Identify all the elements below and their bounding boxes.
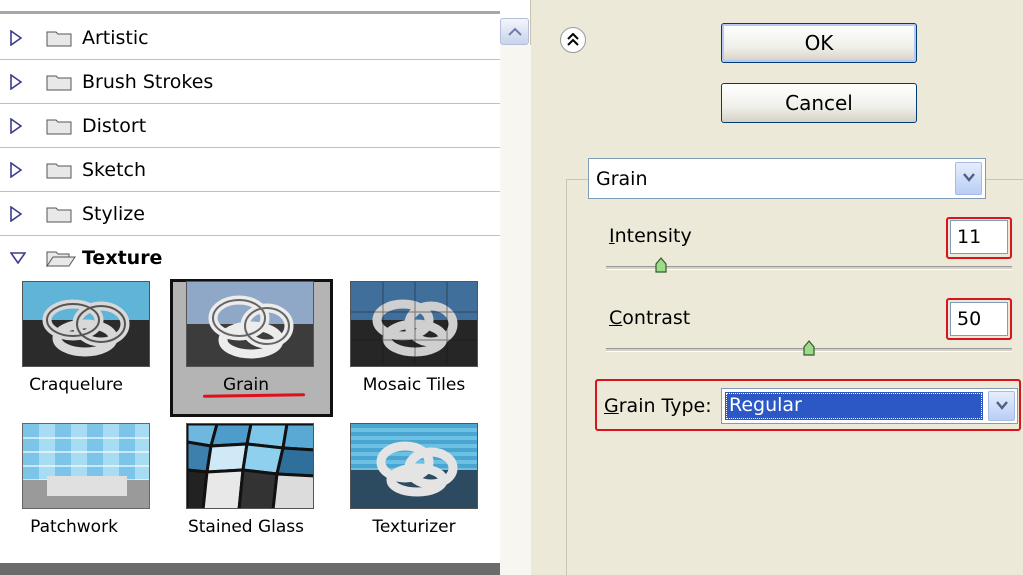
category-label: Brush Strokes [82,71,214,93]
craquelure-preview-image [22,281,150,367]
folder-icon [46,31,72,47]
filter-select-dropdown[interactable]: Grain [588,158,986,199]
double-chevron-up-icon [567,33,579,46]
grain-type-highlight-box [595,379,1021,431]
contrast-highlight-box [946,298,1012,340]
filter-thumb-patchwork[interactable]: Patchwork [0,423,160,563]
intensity-slider-track[interactable] [606,266,1012,270]
folder-icon [46,119,72,135]
chevron-up-icon [508,27,522,36]
chevron-down-icon [963,173,975,182]
folder-icon [46,163,72,179]
category-artistic[interactable]: Artistic [0,16,500,60]
filter-label: Craquelure [29,375,123,395]
filter-label: Mosaic Tiles [362,375,466,395]
category-label: Artistic [82,27,149,49]
stained-glass-preview-image [186,423,314,509]
gallery-top-border [0,0,500,14]
expand-arrow-icon [10,206,22,222]
scroll-up-button[interactable] [500,18,529,45]
folder-icon [46,75,72,91]
vertical-scrollbar-track[interactable] [500,45,531,575]
intensity-highlight-box [946,217,1012,259]
cancel-button[interactable]: Cancel [721,83,917,123]
collapse-arrow-icon [10,252,26,264]
filter-label: Texturizer [372,517,456,537]
contrast-slider-thumb[interactable] [803,340,815,356]
mosaic-tiles-preview-image [350,281,478,367]
folder-icon [46,207,72,223]
texturizer-preview-image [350,423,478,509]
dropdown-button[interactable] [955,162,982,195]
category-label: Distort [82,115,147,137]
filter-thumb-texturizer[interactable]: Texturizer [328,423,488,563]
intensity-label: Intensity [609,225,692,247]
expand-arrow-icon [10,30,22,46]
contrast-mnemonic: C [609,307,623,329]
grain-preview-image [186,281,314,367]
filter-select-value: Grain [596,168,648,190]
filter-thumb-grain[interactable]: Grain [164,281,324,421]
category-stylize[interactable]: Stylize [0,192,500,236]
ok-button[interactable]: OK [721,23,917,63]
patchwork-preview-image [22,423,150,509]
filter-gallery-panel: Artistic Brush Strokes Distort Sketch St… [0,0,531,575]
expand-arrow-icon [10,74,22,90]
intensity-slider-thumb[interactable] [655,257,667,273]
category-label: Sketch [82,159,147,181]
category-distort[interactable]: Distort [0,104,500,148]
expand-arrow-icon [10,118,22,134]
category-sketch[interactable]: Sketch [0,148,500,192]
category-texture[interactable]: Texture [0,236,500,280]
filter-label: Grain [222,375,270,395]
gallery-bottom-bar [0,563,500,575]
filter-label: Patchwork [30,517,118,537]
filter-label: Stained Glass [187,517,305,537]
settings-group-border-left [566,179,567,575]
filter-thumb-craquelure[interactable]: Craquelure [0,281,160,421]
category-label: Texture [82,247,163,269]
collapse-gallery-button[interactable] [560,27,586,53]
contrast-label-rest: ontrast [622,307,691,329]
open-folder-icon [46,251,76,267]
filter-thumb-mosaic-tiles[interactable]: Mosaic Tiles [328,281,488,421]
expand-arrow-icon [10,162,22,178]
category-brush-strokes[interactable]: Brush Strokes [0,60,500,104]
category-label: Stylize [82,203,145,225]
filter-thumb-stained-glass[interactable]: Stained Glass [164,423,324,563]
contrast-label: Contrast [609,307,690,329]
intensity-label-rest: ntensity [614,225,692,247]
